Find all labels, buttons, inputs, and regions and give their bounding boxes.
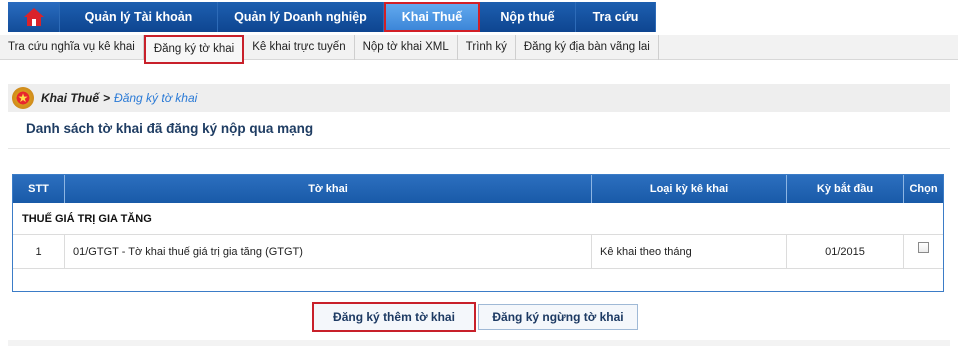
column-header-declaration: Tờ khai [65,175,592,203]
register-more-button[interactable]: Đăng ký thêm tờ khai [312,302,476,332]
action-buttons: Đăng ký thêm tờ khai Đăng ký ngừng tờ kh… [312,302,638,332]
tab-tax-declaration[interactable]: Khai Thuế [384,2,480,32]
subnav-item-register-declaration[interactable]: Đăng ký tờ khai [143,34,245,64]
divider [8,148,950,149]
column-header-period-type: Loại kỳ kê khai [592,175,787,203]
table-header: STT Tờ khai Loại kỳ kê khai Kỳ bắt đầu C… [13,175,943,203]
declaration-table: STT Tờ khai Loại kỳ kê khai Kỳ bắt đầu C… [12,174,944,292]
tab-lookup[interactable]: Tra cứu [576,2,656,32]
breadcrumb-parent[interactable]: Khai Thuế [41,91,99,105]
home-icon [23,8,44,26]
breadcrumb-current: Đăng ký tờ khai [114,91,198,105]
main-menu-bar: Quản lý Tài khoản Quản lý Doanh nghiệp K… [8,2,656,32]
home-button[interactable] [8,2,60,32]
breadcrumb-separator: > [103,91,111,105]
table-row: 1 01/GTGT - Tờ khai thuế giá trị gia tăn… [13,235,943,269]
cell-start-period: 01/2015 [787,235,904,268]
register-stop-button[interactable]: Đăng ký ngừng tờ khai [478,304,638,330]
subnav-item-lookup-obligations[interactable]: Tra cứu nghĩa vụ kê khai [0,34,144,60]
column-header-stt: STT [13,175,65,203]
select-checkbox[interactable] [918,242,929,253]
column-header-start-period: Kỳ bắt đầu [787,175,904,203]
table-group-row: THUẾ GIÁ TRỊ GIA TĂNG [13,203,943,235]
subnav-item-sign[interactable]: Trình ký [458,34,516,60]
cell-select [904,235,943,268]
sub-navigation: Tra cứu nghĩa vụ kê khai Đăng ký tờ khai… [0,34,958,64]
tab-tax-payment[interactable]: Nộp thuế [480,2,576,32]
cell-stt: 1 [13,235,65,268]
subnav-item-submit-xml[interactable]: Nộp tờ khai XML [355,34,458,60]
tab-account-management[interactable]: Quản lý Tài khoản [60,2,218,32]
national-emblem-icon: ★ [12,87,34,109]
page-title: Danh sách tờ khai đã đăng ký nộp qua mạn… [26,121,314,136]
top-navigation: Quản lý Tài khoản Quản lý Doanh nghiệp K… [0,0,958,34]
cell-declaration: 01/GTGT - Tờ khai thuế giá trị gia tăng … [65,235,592,268]
cell-period-type: Kê khai theo tháng [592,235,787,268]
footer-divider [8,340,950,346]
subnav-item-online-declaration[interactable]: Kê khai trực tuyến [244,34,355,60]
tab-business-management[interactable]: Quản lý Doanh nghiệp [218,2,384,32]
column-header-select: Chọn [909,183,938,195]
subnav-item-register-area[interactable]: Đăng ký địa bàn vãng lai [516,34,659,60]
breadcrumb: ★ Khai Thuế > Đăng ký tờ khai [8,84,950,112]
